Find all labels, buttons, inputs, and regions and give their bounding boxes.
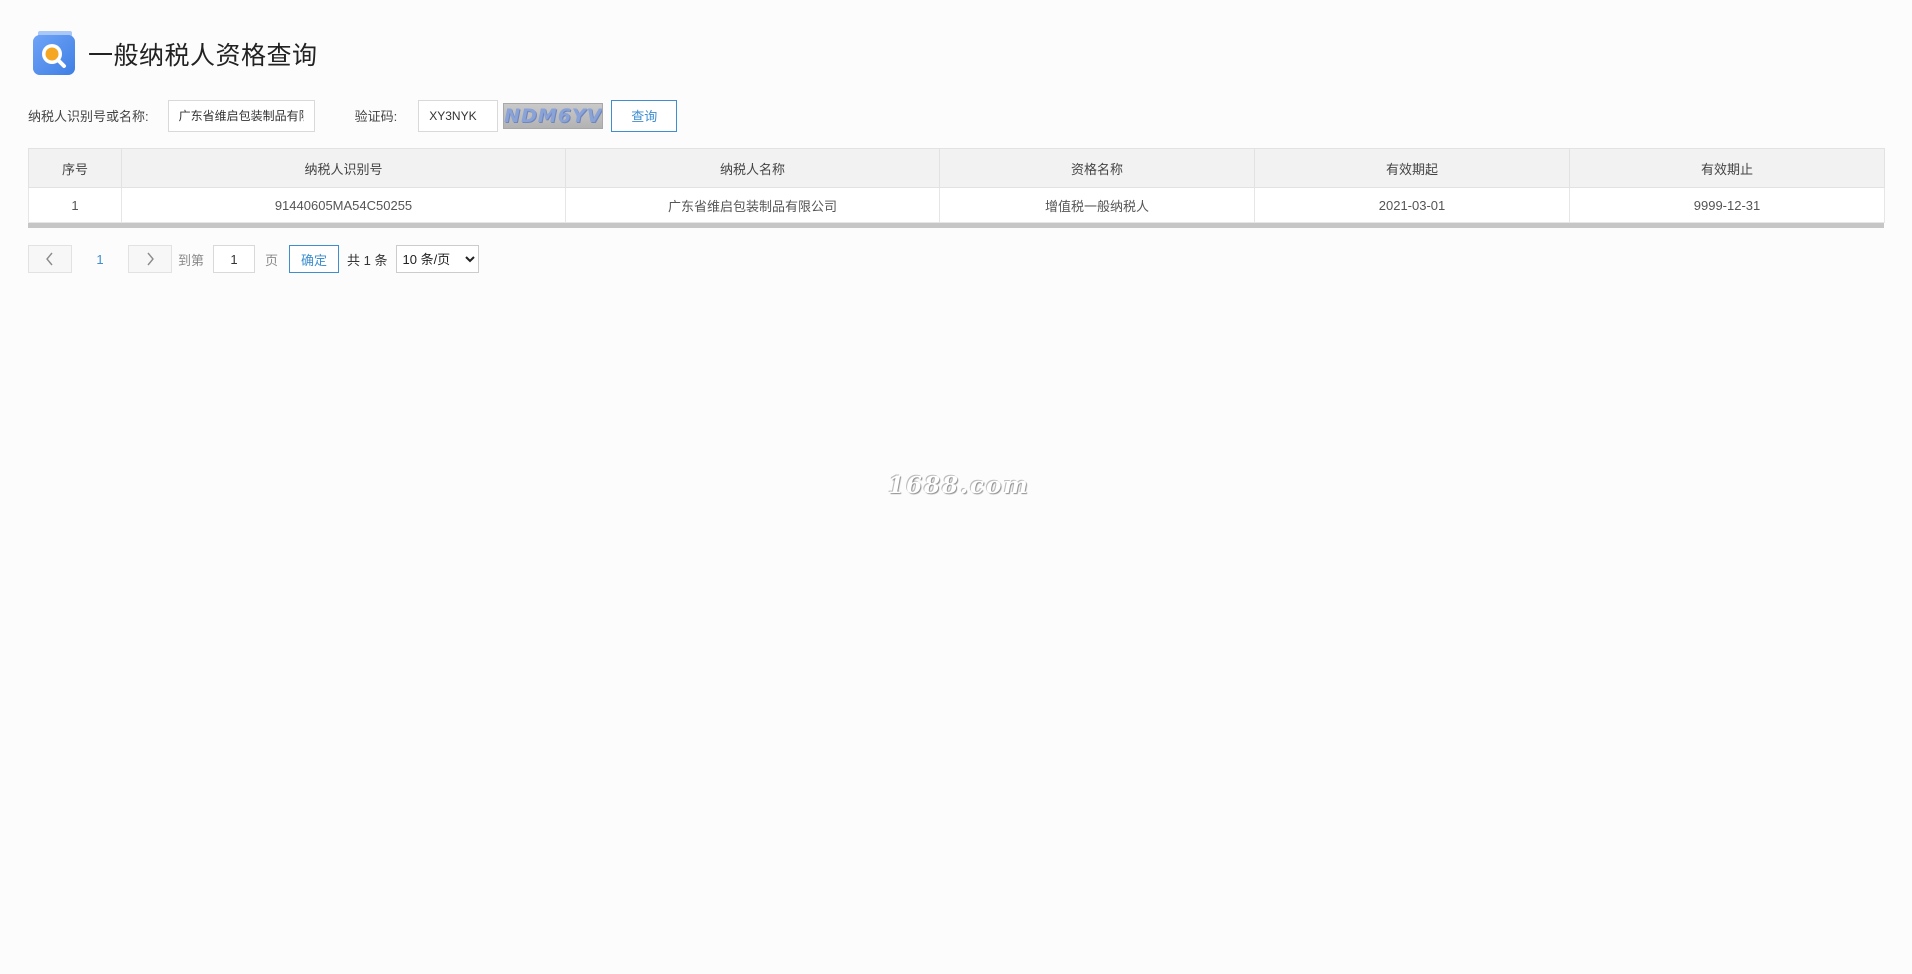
column-header-qualification: 资格名称 [939,148,1255,188]
cell-index: 1 [28,187,122,223]
cell-taxpayer-name: 广东省维启包装制品有限公司 [565,187,940,223]
table-header-row: 序号 纳税人识别号 纳税人名称 资格名称 有效期起 有效期止 [28,148,1885,188]
pagination: 1 到第 页 确定 共 1 条 10 条/页 [28,245,479,273]
column-header-taxpayer-id: 纳税人识别号 [121,148,566,188]
page-size-select[interactable]: 10 条/页 [395,245,479,273]
captcha-label: 验证码: [354,109,398,124]
query-button[interactable]: 查询 [611,99,678,132]
page: 一般纳税人资格查询 纳税人识别号或名称: 验证码: NDM6YV 查询 序号 [0,0,1912,974]
page-header: 一般纳税人资格查询 [30,30,318,78]
confirm-button[interactable]: 确定 [289,245,340,273]
page-title: 一般纳税人资格查询 [88,42,318,70]
chevron-right-icon [145,252,155,266]
cell-valid-to: 9999-12-31 [1569,187,1885,223]
column-header-index: 序号 [28,148,122,188]
column-header-taxpayer-name: 纳税人名称 [565,148,940,188]
current-page-number[interactable]: 1 [72,252,128,267]
column-header-valid-from: 有效期起 [1254,148,1570,188]
search-form: 纳税人识别号或名称: 验证码: NDM6YV 查询 [28,99,678,132]
total-count: 共 1 条 [347,252,388,268]
next-page-button[interactable] [128,245,172,273]
cell-qualification: 增值税一般纳税人 [939,187,1255,223]
captcha-input[interactable] [418,99,499,132]
captcha-image[interactable]: NDM6YV [503,102,604,129]
watermark: 1688.com [888,472,1030,499]
table-row[interactable]: 1 91440605MA54C50255 广东省维启包装制品有限公司 增值税一般… [28,187,1885,223]
cell-valid-from: 2021-03-01 [1254,187,1570,223]
goto-page-input[interactable] [213,245,256,273]
page-unit-label: 页 [265,252,279,268]
taxpayer-label: 纳税人识别号或名称: [28,109,149,124]
result-table-container: 序号 纳税人识别号 纳税人名称 资格名称 有效期起 有效期止 1 9144060… [28,148,1885,228]
captcha-image-text: NDM6YV [504,104,603,127]
chevron-left-icon [45,252,55,266]
goto-label: 到第 [178,252,205,268]
table-horizontal-scrollbar[interactable] [28,223,1884,228]
cell-taxpayer-id: 91440605MA54C50255 [121,187,566,223]
taxpayer-input[interactable] [167,99,315,132]
search-chat-icon [30,31,76,77]
column-header-valid-to: 有效期止 [1569,148,1885,188]
result-table: 序号 纳税人识别号 纳税人名称 资格名称 有效期起 有效期止 1 9144060… [28,148,1885,223]
prev-page-button[interactable] [28,245,72,273]
